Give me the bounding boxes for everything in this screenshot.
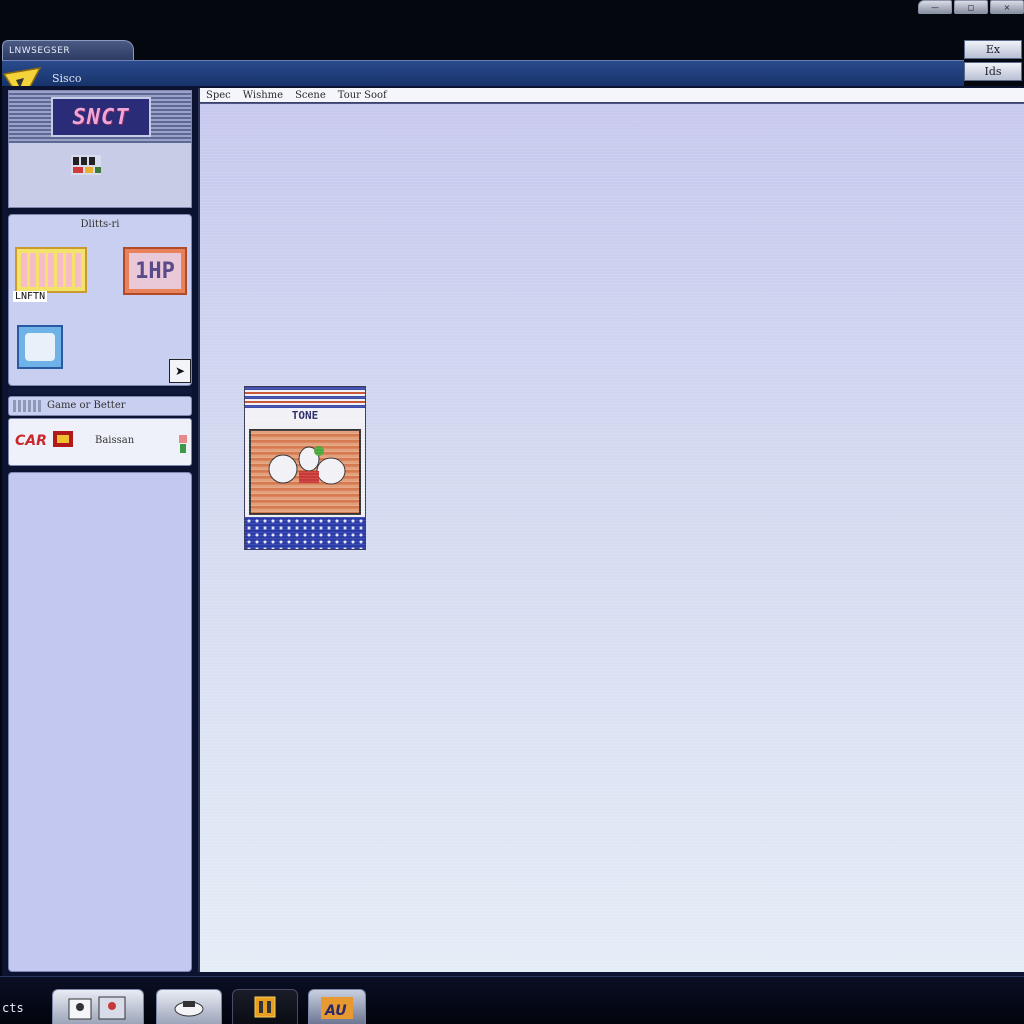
games-panel-heading: Dlitts-ri [80, 219, 120, 230]
restore-icon[interactable]: ◻ [954, 0, 988, 14]
character-icon [179, 435, 187, 453]
thumbnail-art [21, 253, 81, 287]
window-titlebar[interactable] [2, 60, 964, 86]
card-title: TONE [291, 409, 319, 422]
ids-button[interactable]: Ids [964, 62, 1022, 81]
minimize-icon[interactable]: — [918, 0, 952, 14]
menu-item-wishme[interactable]: Wishme [243, 88, 283, 102]
divider [8, 388, 192, 394]
app-logo: SNCT [51, 97, 151, 137]
thumbnail-label: 1HP [129, 253, 181, 289]
main-content[interactable]: Spec Wishme Scene Tour Soof TONE [198, 88, 1024, 972]
menu-bar: Spec Wishme Scene Tour Soof [200, 88, 1024, 104]
thumbnail-art [25, 333, 55, 361]
menu-item-tour-soof[interactable]: Tour Soof [338, 88, 387, 102]
game-console-icon [174, 1000, 204, 1016]
menu-item-scene[interactable]: Scene [295, 88, 326, 102]
card-artwork [249, 429, 361, 515]
game-card[interactable]: TONE [244, 386, 366, 550]
taskbar-label: cts [2, 1001, 24, 1015]
taskbar: cts AU [0, 976, 1024, 1024]
side-button-stack: Ex Ids [964, 40, 1022, 84]
game-thumbnail-2[interactable]: 1HP [123, 247, 187, 295]
close-icon[interactable]: × [990, 0, 1024, 14]
menu-item-spec[interactable]: Spec [206, 88, 231, 102]
taskbar-item-1[interactable] [52, 989, 144, 1024]
taskbar-item-2[interactable] [156, 989, 222, 1024]
game-list-panel[interactable] [8, 472, 192, 972]
svg-text:CAR: CAR [15, 433, 47, 449]
search-panel[interactable]: Game or Better [8, 396, 192, 416]
window-title: Sisco [52, 72, 82, 85]
game-title-icon: AU [321, 996, 353, 1019]
taskbar-item-3[interactable] [232, 989, 298, 1024]
cursor-arrow-icon[interactable]: ➤ [169, 359, 191, 383]
card-header-stripes [245, 387, 365, 409]
thumbnail-caption: LNFTN [13, 291, 48, 302]
search-tag-icon [13, 400, 43, 412]
search-panel-label: Game or Better [47, 400, 126, 411]
games-panel: Dlitts-ri LNFTN 1HP ➤ [8, 214, 192, 386]
game-logo-icon: CAR [13, 429, 79, 451]
sidebar: SNCT Dlitts-ri LNFTN 1HP ➤ Game or Bette… [6, 88, 194, 974]
game-thumbnail-1[interactable] [15, 247, 87, 293]
card-footer [245, 517, 365, 549]
taskbar-item-4[interactable]: AU [308, 989, 366, 1024]
svg-text:AU: AU [324, 1003, 347, 1019]
game-name: Baissan [95, 435, 135, 446]
logo-panel: SNCT [8, 90, 192, 208]
app-window-icon [68, 996, 126, 1019]
wrestlers-illustration [268, 446, 346, 485]
logo-text: SNCT [72, 104, 130, 130]
game-thumbnail-3[interactable] [17, 325, 63, 369]
trophy-icon [254, 996, 276, 1017]
window-tab[interactable]: LNWSEGSER [2, 40, 134, 62]
window-control-group: — ◻ × [918, 0, 1024, 14]
game-list-item[interactable]: CAR Baissan [8, 418, 192, 466]
pixel-badge-icon [71, 155, 101, 175]
ex-button[interactable]: Ex [964, 40, 1022, 59]
desktop-screen: — ◻ × Ex Ids LNWSEGSER Sisco SNCT Dlitts… [0, 0, 1024, 1024]
